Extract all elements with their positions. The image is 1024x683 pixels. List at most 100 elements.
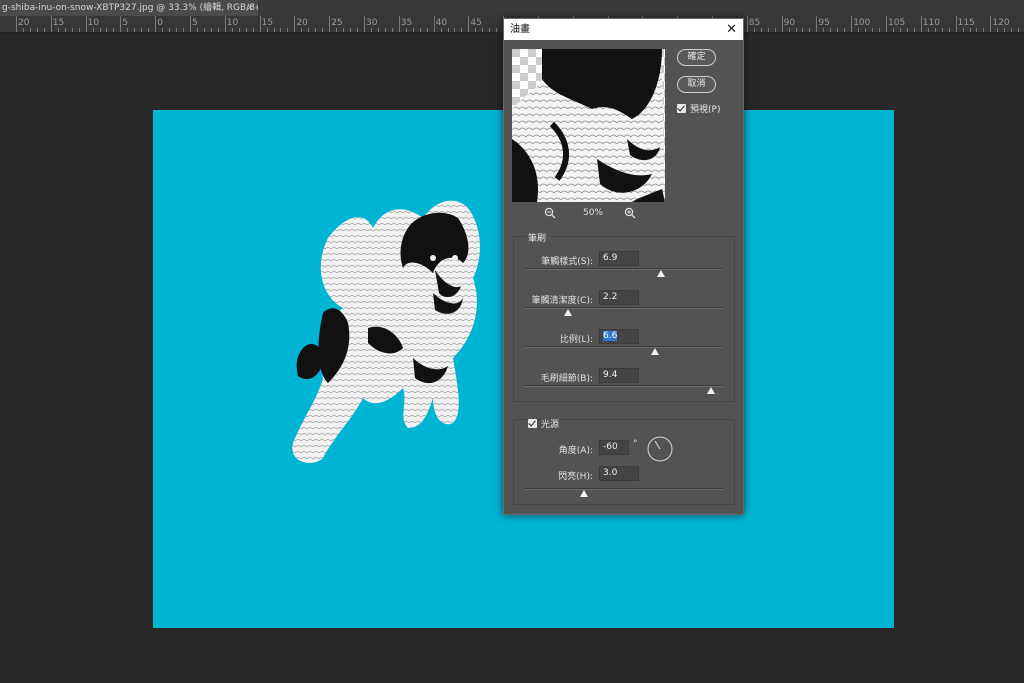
ok-button[interactable]: 確定 [677, 49, 716, 66]
ruler-number: 25 [331, 18, 343, 28]
angle-dial[interactable] [647, 436, 673, 462]
ruler-tick [176, 28, 178, 32]
ruler-tick [85, 16, 87, 32]
brush-param-slider-thumb[interactable] [657, 270, 666, 277]
brush-param-input[interactable]: 9.4 [599, 368, 639, 383]
zoom-in-icon[interactable] [624, 207, 636, 219]
angle-label: 角度(A): [558, 446, 593, 456]
ruler-tick [57, 28, 59, 32]
ruler-tick [851, 16, 853, 32]
dialog-title: 油畫 [510, 24, 530, 35]
ruler-tick [969, 28, 971, 32]
ruler-tick [280, 28, 282, 32]
ruler-tick [837, 28, 839, 32]
brush-param-label: 筆觸清潔度(C): [531, 296, 593, 306]
brush-param-slider-thumb[interactable] [707, 387, 716, 394]
shine-slider-track[interactable] [524, 488, 723, 490]
brush-param-input[interactable]: 6.6 [599, 329, 639, 344]
ruler-tick [809, 28, 811, 32]
brush-param-slider-track[interactable] [524, 307, 723, 309]
ruler-tick [238, 28, 240, 32]
ruler-tick [823, 28, 825, 32]
ruler-tick [920, 16, 922, 32]
ruler-tick [941, 28, 943, 32]
brush-param-input[interactable]: 6.9 [599, 251, 639, 266]
lighting-checkbox[interactable] [528, 419, 537, 428]
document-tab-close-icon[interactable]: × [244, 0, 256, 16]
dialog-close-icon[interactable]: ✕ [726, 19, 737, 40]
ruler-tick [795, 28, 797, 32]
ruler-number: 15 [52, 18, 65, 28]
preview-checkbox-row[interactable]: 預視(P) [677, 104, 720, 116]
ruler-tick [391, 28, 393, 32]
ruler-tick [301, 28, 303, 32]
ruler-tick [983, 28, 985, 32]
ruler-tick [259, 16, 261, 32]
ruler-tick [336, 28, 338, 32]
brush-param-slider-thumb[interactable] [563, 309, 572, 316]
brush-param-label: 毛刷細節(B): [540, 374, 593, 384]
ruler-tick [343, 28, 345, 32]
ruler-number: 10 [87, 18, 100, 28]
preview-checkbox[interactable] [677, 104, 686, 113]
zoom-out-icon[interactable] [544, 207, 556, 219]
brush-group-title: 筆刷 [526, 231, 549, 244]
ruler-tick [990, 16, 992, 32]
cancel-button[interactable]: 取消 [677, 76, 716, 93]
dialog-titlebar[interactable]: 油畫 ✕ [504, 19, 743, 40]
ruler-tick [454, 28, 456, 32]
lighting-group [513, 419, 735, 505]
document-tab[interactable]: g-shiba-inu-on-snow-XBTP327.jpg @ 33.3% … [0, 0, 258, 16]
shine-label: 閃亮(H): [558, 472, 593, 482]
ruler-tick [746, 16, 748, 32]
ruler-number: 20 [296, 18, 308, 28]
ruler-tick [266, 28, 268, 32]
ruler-tick [92, 28, 94, 32]
ruler-tick [865, 28, 867, 32]
ruler-tick [398, 16, 400, 32]
brush-param-slider-track[interactable] [524, 385, 723, 387]
angle-input[interactable]: -60 [599, 440, 629, 455]
ruler-tick [976, 28, 978, 32]
ruler-tick [50, 16, 52, 32]
ruler-tick [934, 28, 936, 32]
brush-param-slider-thumb[interactable] [651, 348, 660, 355]
ruler-tick [1011, 28, 1013, 32]
ruler-tick [753, 28, 755, 32]
ruler-tick [99, 28, 101, 32]
ruler-tick [252, 28, 254, 32]
brush-param-input[interactable]: 2.2 [599, 290, 639, 305]
ruler-tick [196, 28, 198, 32]
lighting-checkbox-row[interactable]: 光源 [528, 419, 559, 431]
preview-label: 預視(P) [690, 105, 721, 115]
ruler-tick [1004, 28, 1006, 32]
ruler-tick [169, 28, 171, 32]
ruler-tick [802, 28, 804, 32]
ruler-number: 35 [400, 18, 413, 28]
ruler-tick [322, 28, 324, 32]
shine-input[interactable]: 3.0 [599, 466, 639, 481]
ruler-tick [948, 28, 950, 32]
preview-image [512, 49, 665, 202]
brush-param-slider-track[interactable] [524, 268, 723, 270]
ruler-number: 120 [992, 18, 1010, 28]
ruler-tick [120, 16, 122, 32]
ruler-tick [36, 28, 38, 32]
ruler-tick [955, 16, 957, 32]
shine-slider-thumb[interactable] [579, 490, 588, 497]
oil-paint-dialog: 油畫 ✕ 50% 確定 取消 預視(P) 筆刷 光源 角度(A): -60 ° … [503, 18, 744, 515]
ruler-tick [210, 28, 212, 32]
brush-param-slider-track[interactable] [524, 346, 723, 348]
ruler-tick [405, 28, 407, 32]
ruler-tick [106, 28, 108, 32]
ruler-tick [308, 28, 310, 32]
ruler-tick [440, 28, 442, 32]
ruler-tick [22, 28, 24, 32]
ruler-number: 15 [261, 18, 274, 28]
ruler-tick [377, 28, 379, 32]
filter-preview[interactable] [512, 49, 665, 202]
ruler-tick [886, 16, 887, 32]
ruler-tick [16, 16, 17, 32]
ruler-number: 30 [366, 18, 378, 28]
ruler-number: 20 [18, 18, 30, 28]
